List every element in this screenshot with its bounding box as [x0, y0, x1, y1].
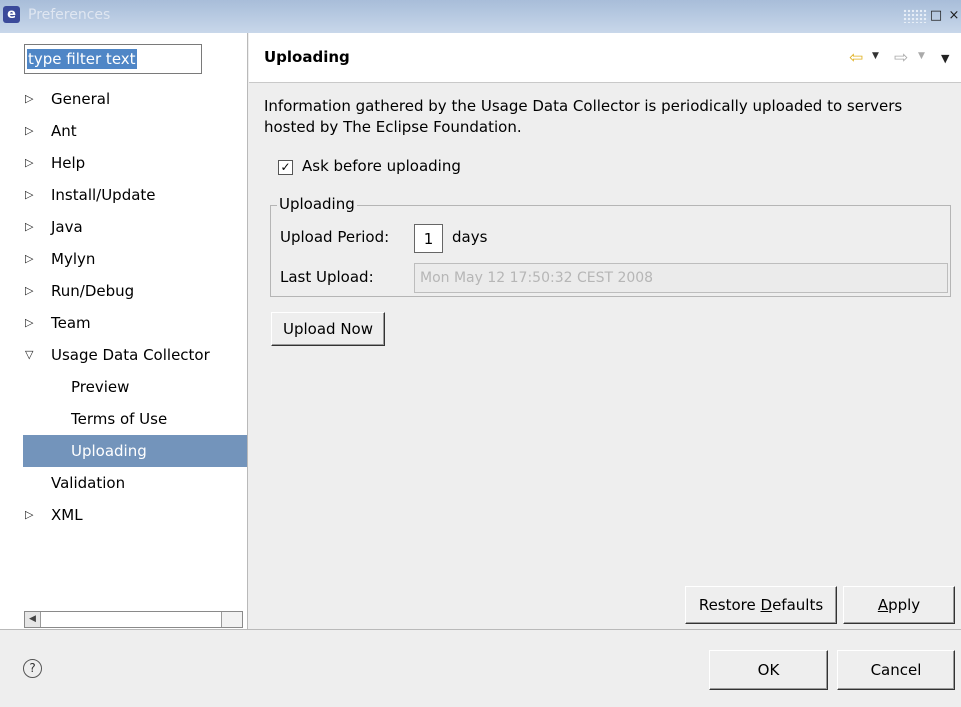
collapsed-arrow-icon[interactable]: ▷ [25, 275, 33, 307]
tree-item-label: Uploading [71, 442, 147, 460]
tree-item-label: Mylyn [51, 250, 96, 268]
last-upload-field: Mon May 12 17:50:32 CEST 2008 [414, 263, 948, 293]
tree-item[interactable]: ▷ Mylyn [0, 243, 247, 275]
days-label: days [452, 228, 488, 246]
view-menu-icon[interactable]: ▼ [941, 52, 949, 65]
last-upload-label: Last Upload: [280, 268, 374, 286]
tree-item[interactable]: ▷ Java [0, 211, 247, 243]
upload-now-button[interactable]: Upload Now [271, 312, 385, 346]
page-header: Uploading ⇦ ▼ ⇨ ▼ ▼ [249, 33, 961, 83]
title-bar[interactable]: e Preferences □ × [0, 0, 961, 33]
tree-item-label: Preview [71, 378, 130, 396]
horizontal-scrollbar[interactable]: ◀ ▶ [24, 611, 290, 628]
forward-arrow-icon[interactable]: ⇨ [894, 48, 908, 68]
upload-period-label: Upload Period: [280, 228, 390, 246]
tree-item[interactable]: Uploading [23, 435, 247, 467]
collapsed-arrow-icon[interactable]: ▷ [25, 115, 33, 147]
apply-button[interactable]: Apply [843, 586, 955, 624]
collapsed-arrow-icon[interactable]: ▷ [25, 243, 33, 275]
tree-item[interactable]: ▷ Help [0, 147, 247, 179]
tree-item[interactable]: ▷ General [0, 83, 247, 115]
eclipse-icon: e [3, 6, 20, 23]
cancel-button[interactable]: Cancel [837, 650, 955, 690]
tree-item-label: Usage Data Collector [51, 346, 210, 364]
back-dropdown-icon[interactable]: ▼ [872, 51, 879, 61]
scrollbar-thumb[interactable] [41, 612, 222, 627]
window-title: Preferences [28, 7, 111, 23]
preference-page: Uploading ⇦ ▼ ⇨ ▼ ▼ Information gathered… [249, 33, 961, 629]
tree-item[interactable]: ▷ Ant [0, 115, 247, 147]
maximize-icon[interactable]: □ [928, 8, 944, 24]
close-icon[interactable]: × [946, 8, 961, 24]
help-icon[interactable]: ? [23, 659, 42, 678]
apply-post: pply [888, 596, 921, 614]
tree-item-label: Java [51, 218, 83, 236]
back-arrow-icon[interactable]: ⇦ [849, 48, 863, 68]
collapsed-arrow-icon[interactable]: ▷ [25, 499, 33, 531]
tree-item-label: Terms of Use [71, 410, 168, 428]
tree-item[interactable]: Terms of Use [0, 403, 247, 435]
scroll-left-icon[interactable]: ◀ [25, 612, 41, 627]
page-title: Uploading [264, 48, 350, 66]
tree-item-label: General [51, 90, 111, 108]
tree-item-label: Validation [51, 474, 126, 492]
upload-period-input[interactable]: 1 [414, 224, 443, 253]
ask-before-uploading-checkbox[interactable]: ✓ [278, 160, 293, 175]
tree-item-label: Run/Debug [51, 282, 135, 300]
collapsed-arrow-icon[interactable]: ▷ [25, 147, 33, 179]
ask-before-uploading-label: Ask before uploading [302, 157, 461, 175]
preference-navigation: type filter text ▷ General ▷ Ant ▷ Help ▷ Insta… [0, 33, 290, 629]
restore-defaults-pre: Restore [698, 596, 761, 614]
group-legend: Uploading [277, 194, 357, 214]
ok-button[interactable]: OK [709, 650, 828, 690]
preference-tree: ▷ General ▷ Ant ▷ Help ▷ Install/Update ▷ Java ▷ My… [0, 83, 247, 531]
tree-item[interactable]: Preview [0, 371, 247, 403]
tree-item-label: Help [51, 154, 86, 172]
tree-item[interactable]: ▷ Install/Update [0, 179, 247, 211]
expanded-arrow-icon[interactable]: ▽ [25, 339, 33, 371]
forward-dropdown-icon[interactable]: ▼ [918, 51, 925, 61]
tree-item-label: Install/Update [51, 186, 156, 204]
tree-item-label: XML [51, 506, 83, 524]
tree-item[interactable]: ▽ Usage Data Collector [0, 339, 247, 371]
restore-defaults-mnemonic: D [760, 596, 773, 614]
tree-item[interactable]: ▷ Team [0, 307, 247, 339]
restore-defaults-button[interactable]: Restore Defaults [685, 586, 837, 624]
tree-item-label: Team [51, 314, 91, 332]
collapsed-arrow-icon[interactable]: ▷ [25, 179, 33, 211]
collapsed-arrow-icon[interactable]: ▷ [25, 211, 33, 243]
collapsed-arrow-icon[interactable]: ▷ [25, 307, 33, 339]
collapsed-arrow-icon[interactable]: ▷ [25, 83, 33, 115]
filter-text-selection[interactable]: type filter text [27, 49, 137, 69]
tree-item[interactable]: ▷ Run/Debug [0, 275, 247, 307]
tree-item[interactable]: ▷ XML [0, 499, 247, 531]
tree-item[interactable]: Validation [0, 467, 247, 499]
apply-mnemonic: A [877, 596, 889, 614]
restore-defaults-post: efaults [772, 596, 824, 614]
uploading-group: Uploading Upload Period: 1 days Last Upl… [270, 194, 951, 297]
tree-item-label: Ant [51, 122, 77, 140]
page-description: Information gathered by the Usage Data C… [264, 97, 903, 136]
window-grip [903, 9, 927, 23]
bottom-separator [0, 629, 961, 630]
